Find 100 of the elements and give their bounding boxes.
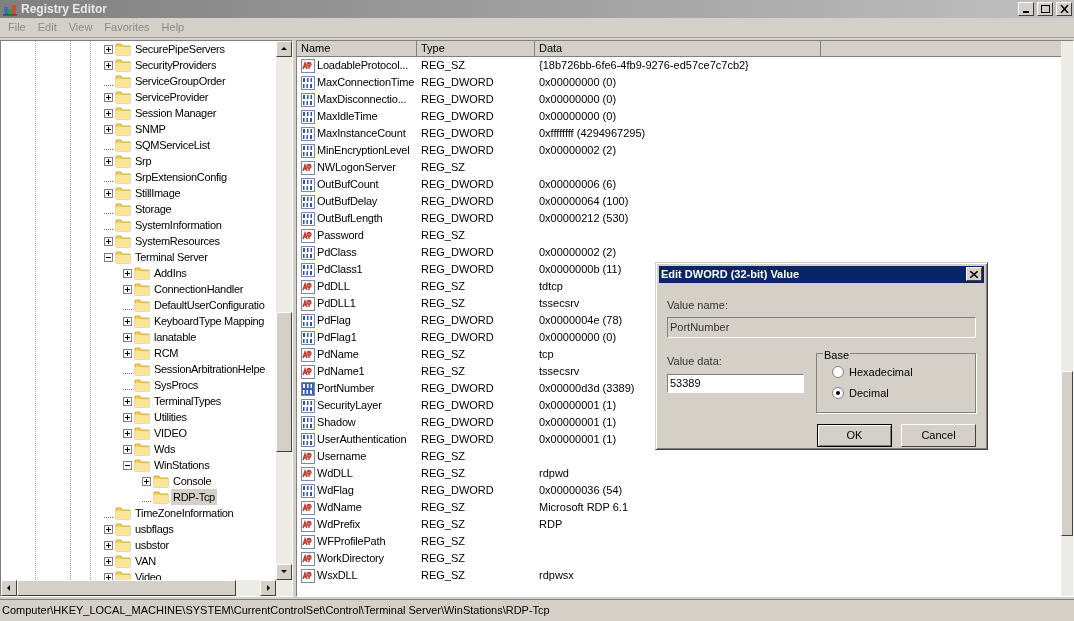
column-header[interactable]: Data [535, 41, 821, 57]
expand-icon[interactable] [104, 44, 113, 54]
expand-icon[interactable] [123, 348, 132, 358]
expand-icon[interactable] [104, 124, 113, 134]
tree-item[interactable]: Console [171, 472, 214, 490]
expand-icon[interactable] [104, 60, 113, 70]
expand-icon[interactable] [123, 332, 132, 342]
dialog-button[interactable]: Cancel [901, 424, 976, 447]
tree-item[interactable]: VAN [133, 552, 158, 570]
tree-item[interactable]: SrpExtensionConfig [133, 168, 229, 186]
value-name[interactable]: UserAuthentication [317, 431, 407, 448]
tree-item[interactable]: TerminalTypes [152, 392, 223, 410]
scroll-arrow-button[interactable] [260, 580, 276, 596]
value-name[interactable]: MaxConnectionTime [317, 74, 415, 91]
tree-item[interactable]: SecurityProviders [133, 56, 219, 74]
value-name[interactable]: WdFlag [317, 482, 354, 499]
value-name[interactable]: MinEncryptionLevel [317, 142, 410, 159]
value-name[interactable]: MaxInstanceCount [317, 125, 406, 142]
tree-item[interactable]: ServiceGroupOrder [133, 72, 228, 90]
scroll-arrow-button[interactable] [276, 564, 292, 580]
value-name[interactable]: Shadow [317, 414, 356, 431]
expand-icon[interactable] [123, 268, 132, 278]
tree-item[interactable]: Video [133, 568, 164, 580]
tree-item[interactable]: Utilities [152, 408, 189, 426]
tree-item[interactable]: TimeZoneInformation [133, 504, 236, 522]
dialog-button[interactable]: OK [817, 424, 892, 447]
value-name[interactable]: PdClass1 [317, 261, 363, 278]
tree-item[interactable]: Terminal Server [133, 248, 210, 266]
value-name[interactable]: OutBufDelay [317, 193, 378, 210]
expand-icon[interactable] [104, 188, 113, 198]
tree-item[interactable]: ConnectionHandler [152, 280, 246, 298]
value-name[interactable]: PdFlag1 [317, 329, 357, 346]
expand-icon[interactable] [123, 412, 132, 422]
value-name[interactable]: NWLogonServer [317, 159, 396, 176]
scroll-thumb[interactable] [17, 580, 236, 596]
value-name[interactable]: PdName [317, 346, 359, 363]
expand-icon[interactable] [142, 476, 151, 486]
scroll-arrow-button[interactable] [276, 41, 292, 57]
value-data-field[interactable]: 53389 [667, 373, 804, 393]
tree-item[interactable]: SysProcs [152, 376, 201, 394]
tree-item[interactable]: usbstor [133, 536, 171, 554]
scroll-thumb[interactable] [1061, 371, 1073, 536]
close-button[interactable] [1056, 2, 1072, 16]
value-name[interactable]: OutBufCount [317, 176, 379, 193]
expand-icon[interactable] [104, 556, 113, 566]
column-header[interactable]: Type [417, 41, 535, 57]
value-name[interactable]: PdDLL [317, 278, 350, 295]
expand-icon[interactable] [123, 428, 132, 438]
value-name-field[interactable]: PortNumber [667, 317, 976, 338]
tree-item[interactable]: SystemResources [133, 232, 222, 250]
column-header[interactable]: Name [297, 41, 417, 57]
expand-icon[interactable] [104, 524, 113, 534]
close-button[interactable] [966, 267, 982, 282]
minimize-button[interactable] [1018, 2, 1034, 16]
tree-item[interactable]: RCM [152, 344, 181, 362]
tree-item[interactable]: WinStations [152, 456, 212, 474]
value-name[interactable]: WsxDLL [317, 567, 358, 584]
value-name[interactable]: WdPrefix [317, 516, 361, 533]
tree-item[interactable]: SecurePipeServers [133, 41, 227, 58]
tree-item[interactable]: usbflags [133, 520, 176, 538]
expand-icon[interactable] [123, 444, 132, 454]
tree-item[interactable]: Session Manager [133, 104, 219, 122]
expand-icon[interactable] [123, 284, 132, 294]
tree-item[interactable]: AddIns [152, 264, 189, 282]
value-name[interactable]: PdFlag [317, 312, 351, 329]
tree-item[interactable]: SQMServiceList [133, 136, 212, 154]
radio-label[interactable]: Decimal [849, 384, 889, 402]
scroll-arrow-button[interactable] [1, 580, 17, 596]
vertical-scrollbar[interactable] [1061, 41, 1073, 596]
expand-icon[interactable] [104, 156, 113, 166]
scroll-thumb[interactable] [276, 312, 292, 452]
tree-item[interactable]: SNMP [133, 120, 168, 138]
expand-icon[interactable] [104, 108, 113, 118]
value-name[interactable]: OutBufLength [317, 210, 383, 227]
tree-item[interactable]: ServiceProvider [133, 88, 211, 106]
value-name[interactable]: LoadableProtocol... [317, 57, 408, 74]
tree-item[interactable]: VIDEO [152, 424, 189, 442]
value-name[interactable]: PdName1 [317, 363, 365, 380]
column-header[interactable] [821, 41, 1061, 57]
value-name[interactable]: Username [317, 448, 367, 465]
tree-item[interactable]: SystemInformation [133, 216, 224, 234]
tree-item[interactable]: SessionArbitrationHelpe [152, 360, 268, 378]
tree-item[interactable]: RDP-Tcp [171, 488, 217, 506]
vertical-scrollbar[interactable] [276, 41, 292, 580]
tree-item[interactable]: lanatable [152, 328, 198, 346]
value-name[interactable]: SecurityLayer [317, 397, 382, 414]
collapse-icon[interactable] [104, 252, 113, 262]
value-name[interactable]: MaxIdleTime [317, 108, 378, 125]
maximize-button[interactable] [1037, 2, 1053, 16]
value-name[interactable]: PortNumber [317, 380, 375, 397]
value-name[interactable]: WdDLL [317, 465, 353, 482]
value-name[interactable]: PdClass [317, 244, 357, 261]
expand-icon[interactable] [123, 316, 132, 326]
expand-icon[interactable] [104, 540, 113, 550]
value-name[interactable]: WdName [317, 499, 362, 516]
tree-item[interactable]: StillImage [133, 184, 183, 202]
expand-icon[interactable] [104, 92, 113, 102]
radio-label[interactable]: Hexadecimal [849, 363, 913, 381]
radio-button[interactable] [832, 387, 844, 399]
collapse-icon[interactable] [123, 460, 132, 470]
